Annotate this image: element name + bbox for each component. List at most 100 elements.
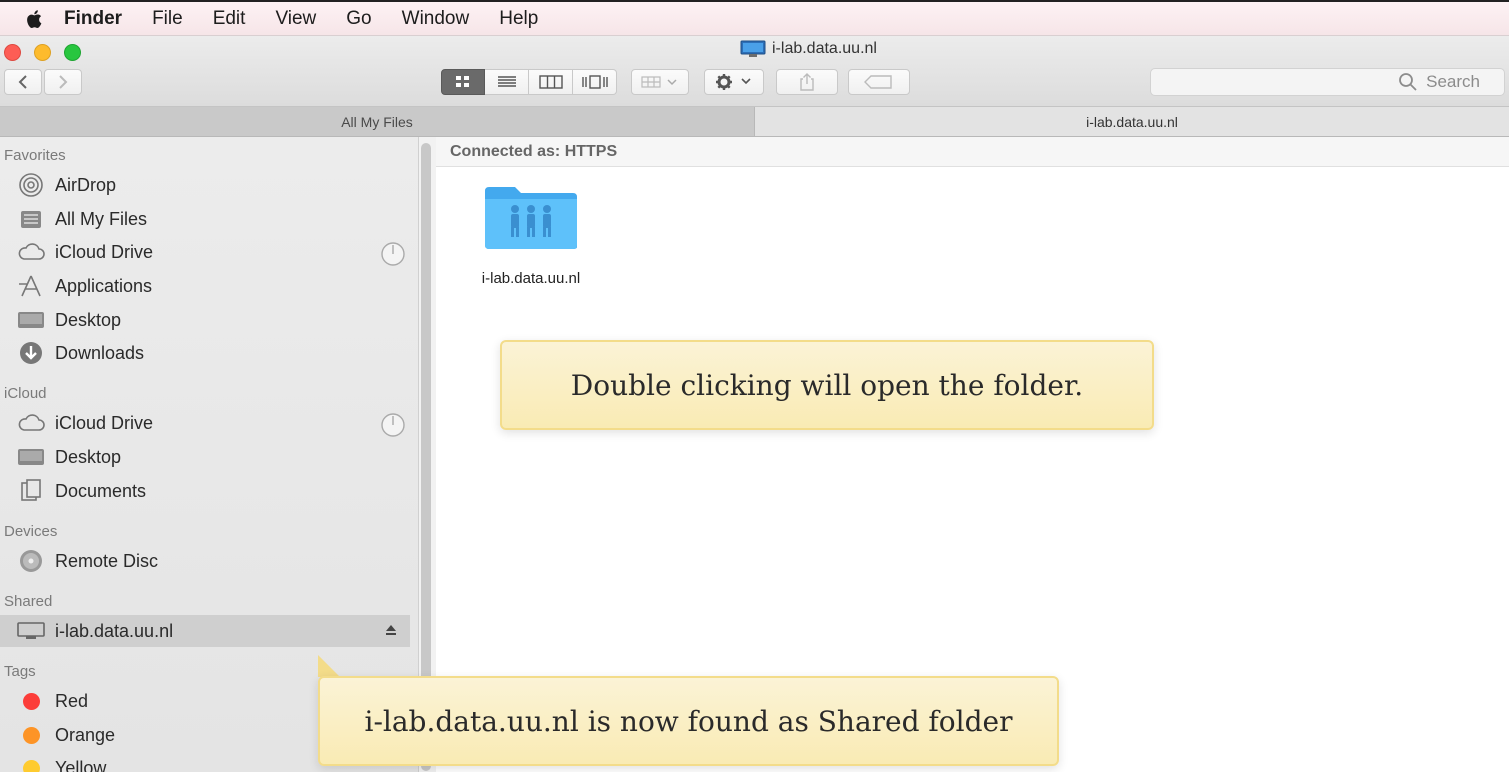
search-placeholder: Search [1426,72,1480,91]
sidebar-item-all-my-files[interactable]: All My Files [0,203,410,235]
airdrop-icon [16,173,46,197]
sidebar-item-label: Yellow [55,757,107,772]
share-button[interactable] [776,69,838,95]
connection-status: Connected as: HTTPS [436,137,1509,167]
desktop-icon [16,308,46,332]
search-field[interactable]: Search [1150,68,1505,96]
callout-text: i-lab.data.uu.nl is now found as Shared … [364,704,1013,738]
menu-view[interactable]: View [275,8,316,30]
arrange-grid-icon [641,76,677,88]
sync-progress-icon [381,242,405,266]
sidebar-item-label: Remote Disc [55,550,159,571]
server-icon [740,40,766,57]
grid-icon [456,76,469,87]
sidebar-item-label: Documents [55,480,147,501]
sidebar-item-label: iCloud Drive [55,412,154,433]
sidebar-item-i-lab[interactable]: i-lab.data.uu.nl [0,615,410,647]
sidebar-item-label: Orange [55,724,116,745]
gear-icon [716,74,751,90]
applications-icon [16,274,46,298]
arrange-button[interactable] [631,69,689,95]
back-button[interactable] [4,69,42,95]
tag-icon [864,75,892,89]
forward-button[interactable] [44,69,82,95]
window-title: i-lab.data.uu.nl [740,40,877,58]
sidebar-item-label: Applications [55,275,153,296]
eject-icon[interactable] [384,623,398,637]
tab-all-my-files[interactable]: All My Files [0,107,754,136]
cloud-icon [16,240,46,264]
tags-button[interactable] [848,69,910,95]
window-toolbar: i-lab.data.uu.nl Search [0,36,1509,107]
sidebar-item-applications[interactable]: Applications [0,270,410,302]
sidebar-item-label: i-lab.data.uu.nl [55,620,174,641]
tab-label: All My Files [341,113,413,130]
chevron-left-icon [18,75,27,89]
menu-finder[interactable]: Finder [64,8,122,30]
sidebar-header-favorites: Favorites [4,147,66,164]
tab-i-lab[interactable]: i-lab.data.uu.nl [754,107,1509,136]
disc-icon [16,549,46,573]
sidebar-item-label: Desktop [55,446,122,467]
menu-go[interactable]: Go [346,8,371,30]
menu-help[interactable]: Help [499,8,538,30]
folder-name: i-lab.data.uu.nl [481,270,581,287]
coverflow-icon [581,75,608,89]
columns-icon [538,75,563,89]
tag-dot-icon [16,756,46,772]
menu-edit[interactable]: Edit [213,8,246,30]
close-button[interactable] [4,44,21,61]
callout-shared-folder: i-lab.data.uu.nl is now found as Shared … [318,676,1059,766]
sidebar-item-icloud-desktop[interactable]: Desktop [0,441,410,473]
menu-bar: Finder File Edit View Go Window Help [0,0,1509,36]
list-view-button[interactable] [485,69,529,95]
tab-bar: All My Files i-lab.data.uu.nl [0,107,1509,137]
sidebar-item-remote-disc[interactable]: Remote Disc [0,545,410,577]
column-view-button[interactable] [529,69,573,95]
action-button[interactable] [704,69,764,95]
sidebar-header-icloud: iCloud [4,385,47,402]
sidebar-item-airdrop[interactable]: AirDrop [0,169,410,201]
apple-icon[interactable] [24,8,46,30]
sidebar-item-documents[interactable]: Documents [0,475,410,507]
icon-view-button[interactable] [441,69,485,95]
callout-text: Double clicking will open the folder. [570,368,1084,402]
list-icon [497,76,516,87]
sync-progress-icon [381,413,405,437]
sidebar-item-label: Red [55,690,89,711]
server-icon [16,619,46,643]
zoom-button[interactable] [64,44,81,61]
tag-dot-icon [16,723,46,747]
chevron-right-icon [59,75,68,89]
desktop-icon [16,445,46,469]
sidebar-item-label: AirDrop [55,174,117,195]
search-icon [1399,73,1417,91]
menu-window[interactable]: Window [402,8,470,30]
sidebar-item-label: All My Files [55,208,148,229]
sidebar-item-desktop[interactable]: Desktop [0,304,410,336]
cloud-icon [16,411,46,435]
tag-dot-icon [16,689,46,713]
sidebar-item-label: Downloads [55,342,145,363]
minimize-button[interactable] [34,44,51,61]
callout-double-click: Double clicking will open the folder. [500,340,1154,430]
sidebar-header-tags: Tags [4,663,36,680]
menu-file[interactable]: File [152,8,183,30]
sidebar-item-icloud-drive[interactable]: iCloud Drive [0,236,410,268]
sidebar-item-downloads[interactable]: Downloads [0,337,410,369]
sidebar-header-devices: Devices [4,523,58,540]
all-files-icon [16,207,46,231]
sidebar-item-label: Desktop [55,309,122,330]
coverflow-view-button[interactable] [573,69,617,95]
share-icon [800,73,814,91]
tab-label: i-lab.data.uu.nl [1086,113,1178,130]
sidebar-item-label: iCloud Drive [55,241,154,262]
window-title-text: i-lab.data.uu.nl [772,40,877,57]
shared-folder-item[interactable]: i-lab.data.uu.nl [456,185,606,287]
sidebar-item-icloud-drive-2[interactable]: iCloud Drive [0,407,410,439]
callout-pointer [318,655,340,677]
sidebar-header-shared: Shared [4,593,53,610]
shared-folder-icon [485,187,577,249]
documents-icon [16,479,46,503]
download-icon [16,341,46,365]
